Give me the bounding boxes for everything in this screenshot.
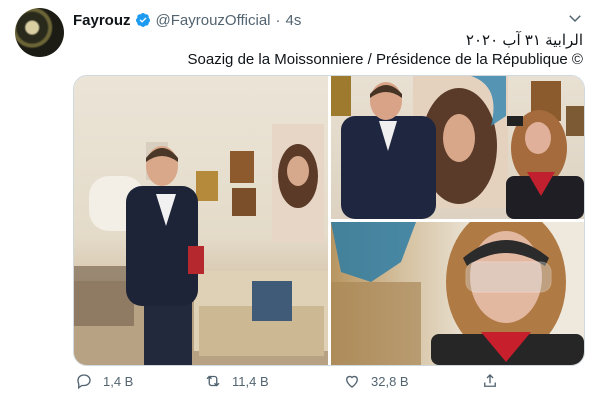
reply-icon (77, 374, 91, 390)
action-bar: 1,4 B 11,4 B 32,8 B (73, 372, 583, 396)
separator-dot: · (275, 11, 281, 29)
tweet[interactable]: Fayrouz @FayrouzOfficial · 4s الرابية ٣١… (0, 0, 598, 406)
like-count: 32,8 B (371, 373, 409, 389)
photo-2[interactable] (331, 76, 584, 219)
user-handle[interactable]: @FayrouzOfficial (156, 12, 271, 29)
chevron-down-icon[interactable] (566, 9, 584, 27)
avatar[interactable] (15, 8, 64, 57)
retweet-icon (206, 375, 220, 387)
tweet-text-arabic: الرابية ٣١ آب ٢٠٢٠ (465, 32, 583, 49)
like-icon (346, 375, 358, 388)
like-button[interactable]: 32,8 B (343, 372, 409, 390)
share-button[interactable] (481, 372, 509, 390)
share-icon (484, 374, 496, 387)
photo-3[interactable] (331, 222, 584, 365)
retweet-button[interactable]: 11,4 B (204, 372, 269, 390)
timestamp[interactable]: 4s (286, 12, 302, 29)
tweet-text-credit: Soazig de la Moissonniere / Présidence d… (187, 51, 583, 68)
photo-1[interactable] (74, 76, 328, 365)
display-name[interactable]: Fayrouz (73, 12, 131, 29)
reply-count: 1,4 B (103, 373, 134, 389)
tweet-header: Fayrouz @FayrouzOfficial · 4s (73, 10, 301, 30)
retweet-count: 11,4 B (232, 373, 269, 389)
media-grid (73, 75, 585, 366)
verified-badge-icon (135, 13, 150, 27)
reply-button[interactable]: 1,4 B (75, 372, 133, 390)
